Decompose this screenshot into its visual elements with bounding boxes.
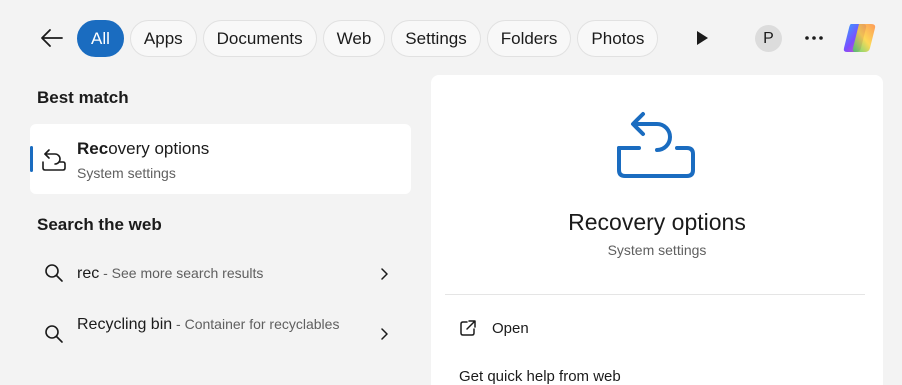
chevron-right-icon	[381, 268, 388, 280]
quick-help-label: Get quick help from web	[459, 368, 621, 385]
filter-bar: All Apps Documents Web Settings Folders …	[0, 0, 902, 76]
open-action-label: Open	[492, 319, 529, 337]
web-result-text: Recycling bin - Container for recyclable…	[77, 316, 340, 333]
play-button[interactable]	[690, 26, 714, 50]
back-button[interactable]	[36, 24, 68, 52]
recovery-icon	[617, 112, 695, 178]
open-external-icon	[460, 320, 476, 336]
chip-web[interactable]: Web	[322, 20, 386, 57]
recovery-icon	[42, 149, 66, 171]
search-icon	[45, 264, 63, 282]
web-result-item[interactable]: rec - See more search results	[30, 259, 411, 289]
chip-folders[interactable]: Folders	[486, 20, 572, 57]
filter-chips: All Apps Documents Web Settings Folders …	[77, 20, 659, 57]
search-icon	[45, 325, 63, 343]
more-icon	[805, 36, 823, 40]
detail-subtitle: System settings	[607, 242, 707, 258]
detail-pane: Recovery options System settings Open Ge…	[431, 75, 883, 385]
chevron-right-icon	[381, 328, 388, 340]
best-match-subtitle: System settings	[77, 165, 176, 181]
web-result-item[interactable]: Recycling bin - Container for recyclable…	[30, 310, 411, 360]
best-match-heading: Best match	[37, 88, 129, 107]
copilot-button[interactable]	[841, 20, 879, 56]
play-icon	[697, 31, 708, 45]
best-match-result[interactable]: Recovery options System settings	[30, 124, 411, 194]
divider	[445, 294, 865, 295]
detail-title: Recovery options	[568, 209, 746, 235]
chip-apps[interactable]: Apps	[129, 20, 197, 57]
web-result-text: rec - See more search results	[77, 265, 264, 282]
chip-settings[interactable]: Settings	[391, 20, 481, 57]
open-action[interactable]: Open	[459, 319, 529, 337]
chip-all[interactable]: All	[77, 20, 124, 57]
avatar[interactable]: P	[755, 25, 782, 52]
arrow-left-icon	[41, 29, 63, 47]
quick-help-action[interactable]: Get quick help from web	[459, 368, 621, 385]
selection-indicator	[30, 146, 33, 172]
chip-documents[interactable]: Documents	[202, 20, 317, 57]
best-match-title: Recovery options	[77, 139, 210, 158]
more-button[interactable]	[801, 26, 827, 50]
chip-photos[interactable]: Photos	[577, 20, 659, 57]
copilot-icon	[843, 24, 876, 52]
search-window: All Apps Documents Web Settings Folders …	[0, 0, 902, 385]
search-web-heading: Search the web	[37, 215, 162, 234]
